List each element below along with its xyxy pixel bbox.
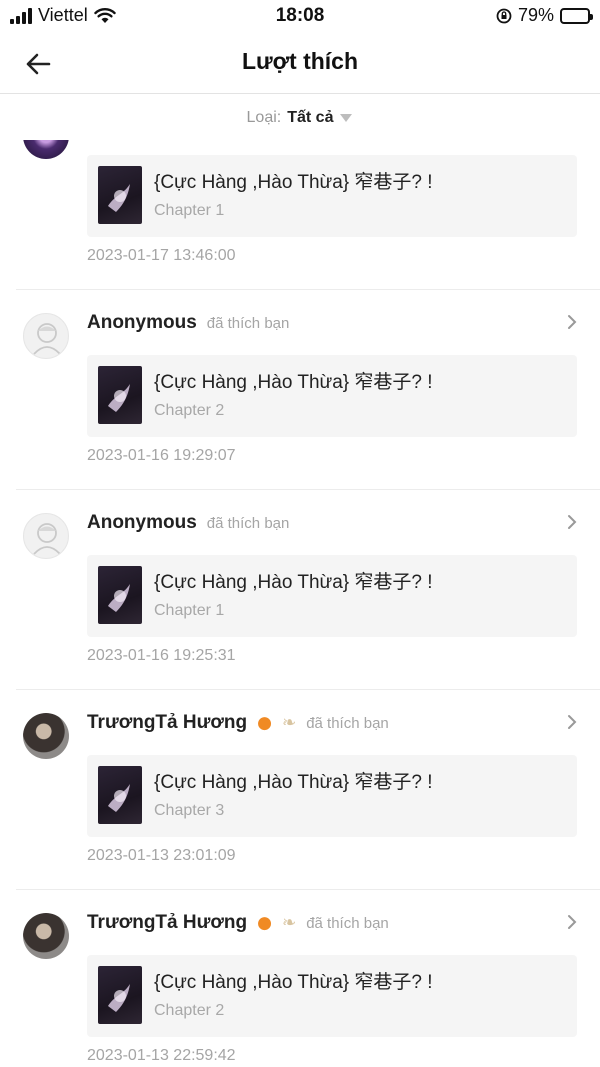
anonymous-user-icon bbox=[33, 323, 61, 355]
avatar[interactable] bbox=[23, 140, 69, 159]
book-title: {Cực Hàng ,Hào Thừa} 窄巷子? ! bbox=[154, 972, 433, 993]
user-row: Anonymous đã thích bạn bbox=[87, 310, 289, 336]
list-item[interactable]: Anonymous đã thích bạn {Cực Hàng ,Hào Th… bbox=[16, 490, 600, 690]
list-item[interactable]: {Cực Hàng ,Hào Thừa} 窄巷子? ! Chapter 1 20… bbox=[16, 140, 600, 290]
book-title: {Cực Hàng ,Hào Thừa} 窄巷子? ! bbox=[154, 172, 433, 193]
orange-emoji: ● bbox=[257, 913, 272, 933]
book-cover-image bbox=[98, 166, 142, 224]
anonymous-user-icon bbox=[33, 523, 61, 555]
chevron-right-icon[interactable] bbox=[564, 514, 580, 530]
story-card[interactable]: {Cực Hàng ,Hào Thừa} 窄巷子? ! Chapter 2 bbox=[87, 955, 577, 1037]
chapter-label: Chapter 2 bbox=[154, 1002, 225, 1019]
username[interactable]: TrươngTả Hương bbox=[87, 912, 247, 934]
user-row: Anonymous đã thích bạn bbox=[87, 510, 289, 536]
book-cover-image bbox=[98, 366, 142, 424]
avatar[interactable] bbox=[23, 513, 69, 559]
story-card[interactable]: {Cực Hàng ,Hào Thừa} 窄巷子? ! Chapter 2 bbox=[87, 355, 577, 437]
timestamp: 2023-01-13 22:59:42 bbox=[87, 1047, 236, 1064]
username[interactable]: Anonymous bbox=[87, 312, 197, 334]
chevron-right-icon[interactable] bbox=[564, 314, 580, 330]
battery-percent: 79% bbox=[517, 5, 554, 25]
leaf-emoji: ❧ bbox=[281, 913, 297, 933]
book-cover-image bbox=[98, 566, 142, 624]
list-item[interactable]: Anonymous đã thích bạn {Cực Hàng ,Hào Th… bbox=[16, 290, 600, 490]
book-cover-image bbox=[98, 966, 142, 1024]
timestamp: 2023-01-17 13:46:00 bbox=[87, 247, 236, 264]
chevron-right-icon[interactable] bbox=[564, 914, 580, 930]
status-right: 79% bbox=[496, 5, 593, 26]
story-card[interactable]: {Cực Hàng ,Hào Thừa} 窄巷子? ! Chapter 1 bbox=[87, 155, 577, 237]
caret-down-icon bbox=[340, 114, 353, 122]
book-title: {Cực Hàng ,Hào Thừa} 窄巷子? ! bbox=[154, 772, 433, 793]
action-text: đã thích bạn bbox=[306, 714, 389, 732]
chapter-label: Chapter 3 bbox=[154, 802, 225, 819]
status-bar: Viettel 18:08 79% bbox=[0, 0, 600, 34]
story-card[interactable]: {Cực Hàng ,Hào Thừa} 窄巷子? ! Chapter 1 bbox=[87, 555, 577, 637]
user-row: TrươngTả Hương ● ❧ đã thích bạn bbox=[87, 710, 389, 736]
chevron-right-icon[interactable] bbox=[564, 714, 580, 730]
chapter-label: Chapter 1 bbox=[154, 602, 225, 619]
page-title: Lượt thích bbox=[241, 48, 359, 74]
timestamp: 2023-01-13 23:01:09 bbox=[87, 847, 236, 864]
book-title: {Cực Hàng ,Hào Thừa} 窄巷子? ! bbox=[154, 372, 433, 393]
username[interactable]: TrươngTả Hương bbox=[87, 712, 247, 734]
book-title: {Cực Hàng ,Hào Thừa} 窄巷子? ! bbox=[154, 572, 433, 593]
orientation-lock-icon bbox=[496, 8, 512, 23]
action-text: đã thích bạn bbox=[306, 914, 389, 932]
book-cover-image bbox=[98, 766, 142, 824]
likes-list: {Cực Hàng ,Hào Thừa} 窄巷子? ! Chapter 1 20… bbox=[0, 140, 600, 1067]
leaf-emoji: ❧ bbox=[281, 713, 297, 733]
navigation-bar: Lượt thích bbox=[0, 34, 600, 94]
type-filter[interactable]: Loại: Tất cả bbox=[0, 96, 600, 140]
avatar[interactable] bbox=[23, 313, 69, 359]
story-card[interactable]: {Cực Hàng ,Hào Thừa} 窄巷子? ! Chapter 3 bbox=[87, 755, 577, 837]
orange-emoji: ● bbox=[257, 713, 272, 733]
action-text: đã thích bạn bbox=[206, 514, 290, 532]
username[interactable]: Anonymous bbox=[87, 512, 197, 534]
list-item[interactable]: TrươngTả Hương ● ❧ đã thích bạn {Cực Hàn… bbox=[16, 890, 600, 1067]
avatar[interactable] bbox=[23, 713, 69, 759]
filter-value: Tất cả bbox=[287, 109, 334, 126]
user-row: TrươngTả Hương ● ❧ đã thích bạn bbox=[87, 910, 389, 936]
avatar[interactable] bbox=[23, 913, 69, 959]
action-text: đã thích bạn bbox=[206, 314, 290, 332]
chapter-label: Chapter 2 bbox=[154, 402, 225, 419]
chapter-label: Chapter 1 bbox=[154, 202, 225, 219]
battery-icon bbox=[560, 7, 593, 24]
timestamp: 2023-01-16 19:29:07 bbox=[87, 447, 236, 464]
timestamp: 2023-01-16 19:25:31 bbox=[87, 647, 236, 664]
filter-label: Loại: bbox=[246, 109, 282, 126]
list-item[interactable]: TrươngTả Hương ● ❧ đã thích bạn {Cực Hàn… bbox=[16, 690, 600, 890]
